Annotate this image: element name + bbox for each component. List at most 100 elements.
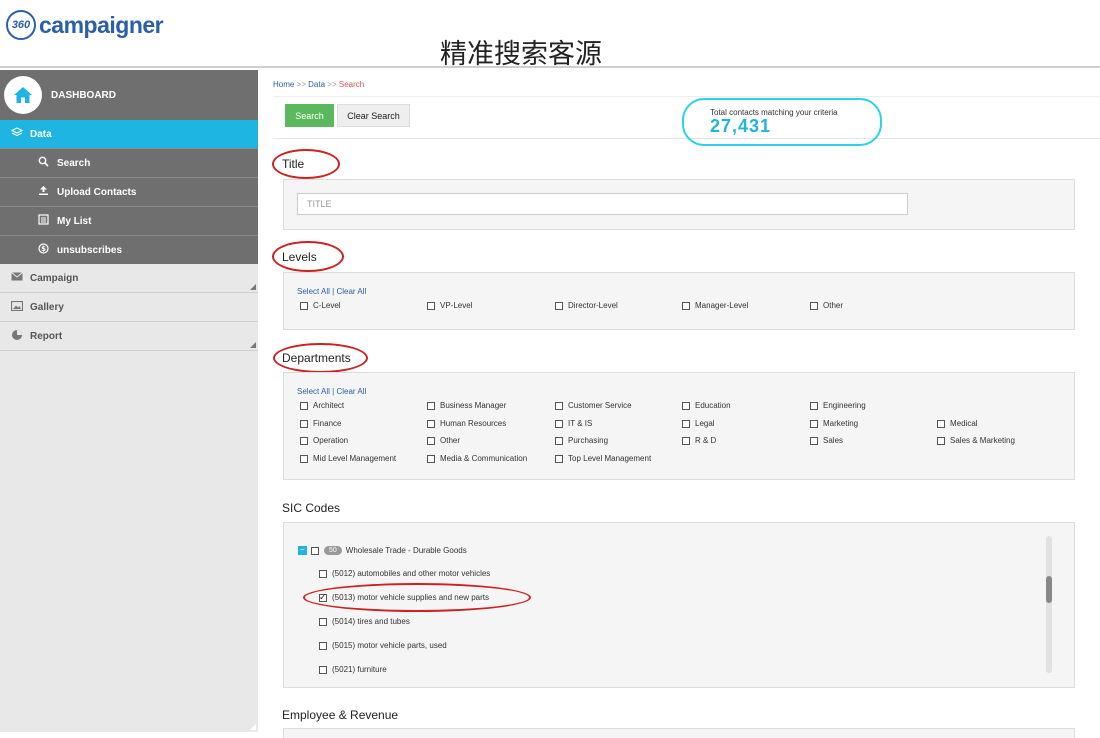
department-checkbox[interactable]: Top Level Management bbox=[555, 454, 651, 463]
department-checkbox[interactable]: Legal bbox=[682, 419, 715, 428]
checkbox[interactable] bbox=[682, 436, 690, 445]
sidebar: DASHBOARD Data Search Upload Contacts My… bbox=[0, 70, 258, 732]
checkbox[interactable] bbox=[300, 301, 308, 310]
level-checkbox[interactable]: Other bbox=[810, 301, 843, 310]
sidebar-item-label: Data bbox=[30, 128, 52, 140]
checkbox[interactable] bbox=[427, 301, 435, 310]
select-all-link[interactable]: Select All bbox=[297, 287, 330, 296]
scrollbar[interactable] bbox=[1046, 536, 1052, 673]
checkbox-label: VP-Level bbox=[440, 301, 473, 310]
checkbox-label: Top Level Management bbox=[568, 454, 652, 463]
checkbox[interactable] bbox=[427, 419, 435, 428]
level-checkbox[interactable]: Director-Level bbox=[555, 301, 618, 310]
sic-item-label: (5021) furniture bbox=[332, 665, 387, 674]
sidebar-item-unsubscribes[interactable]: $ unsubscribes bbox=[0, 235, 258, 264]
sic-item[interactable]: (5015) motor vehicle parts, used bbox=[319, 641, 447, 650]
checkbox[interactable] bbox=[555, 419, 563, 428]
department-checkbox[interactable]: Finance bbox=[300, 419, 341, 428]
sic-item[interactable]: (5021) furniture bbox=[319, 665, 387, 674]
sidebar-item-my-list[interactable]: My List bbox=[0, 206, 258, 235]
department-checkbox[interactable]: Medical bbox=[937, 419, 978, 428]
department-checkbox[interactable]: Business Manager bbox=[427, 401, 506, 410]
department-checkbox[interactable]: Mid Level Management bbox=[300, 454, 396, 463]
sidebar-item-search[interactable]: Search bbox=[0, 148, 258, 177]
checkbox[interactable] bbox=[300, 401, 308, 410]
checkbox[interactable] bbox=[682, 301, 690, 310]
checkbox[interactable] bbox=[300, 454, 308, 463]
departments-select-links: Select All | Clear All bbox=[297, 387, 366, 396]
department-checkbox[interactable]: Purchasing bbox=[555, 436, 608, 445]
checkbox[interactable] bbox=[555, 454, 563, 463]
department-checkbox[interactable]: Marketing bbox=[810, 419, 858, 428]
department-checkbox[interactable]: Other bbox=[427, 436, 460, 445]
checkbox-label: Architect bbox=[313, 401, 345, 410]
checkbox[interactable] bbox=[810, 301, 818, 310]
search-button[interactable]: Search bbox=[285, 104, 334, 127]
scrollbar-thumb[interactable] bbox=[1046, 576, 1052, 603]
link-divider: | bbox=[332, 387, 335, 396]
levels-select-links: Select All | Clear All bbox=[297, 287, 366, 296]
department-checkbox[interactable]: IT & IS bbox=[555, 419, 592, 428]
checkbox[interactable] bbox=[682, 419, 690, 428]
checkbox[interactable] bbox=[937, 436, 945, 445]
checkbox[interactable] bbox=[810, 419, 818, 428]
checkbox[interactable] bbox=[555, 301, 563, 310]
title-input[interactable]: TITLE bbox=[297, 193, 908, 215]
checkbox[interactable] bbox=[319, 569, 327, 578]
sic-item[interactable]: (5012) automobiles and other motor vehic… bbox=[319, 569, 490, 578]
collapse-icon[interactable]: − bbox=[298, 546, 307, 555]
sidebar-item-label: My List bbox=[57, 215, 92, 227]
checkbox-label: Human Resources bbox=[440, 419, 507, 428]
department-checkbox[interactable]: Sales bbox=[810, 436, 843, 445]
sidebar-item-upload-contacts[interactable]: Upload Contacts bbox=[0, 177, 258, 206]
checkbox[interactable] bbox=[810, 401, 818, 410]
breadcrumb-home[interactable]: Home bbox=[273, 80, 294, 89]
checkbox[interactable] bbox=[555, 401, 563, 410]
department-checkbox[interactable]: Sales & Marketing bbox=[937, 436, 1015, 445]
checkbox[interactable] bbox=[427, 454, 435, 463]
sidebar-item-data[interactable]: Data bbox=[0, 120, 258, 730]
clear-search-button[interactable]: Clear Search bbox=[337, 104, 410, 127]
level-checkbox[interactable]: VP-Level bbox=[427, 301, 472, 310]
checkbox[interactable] bbox=[319, 641, 327, 650]
sidebar-item-campaign[interactable]: Campaign bbox=[0, 264, 258, 293]
clear-all-link[interactable]: Clear All bbox=[336, 287, 366, 296]
logo[interactable]: 360 campaigner bbox=[6, 10, 164, 40]
checkbox[interactable] bbox=[300, 419, 308, 428]
sidebar-item-dashboard[interactable]: DASHBOARD bbox=[0, 70, 258, 120]
logo-text: campaigner bbox=[39, 11, 164, 38]
checkbox[interactable] bbox=[319, 617, 327, 626]
breadcrumb-data[interactable]: Data bbox=[308, 80, 325, 89]
checkbox[interactable] bbox=[937, 419, 945, 428]
department-checkbox[interactable]: Operation bbox=[300, 436, 348, 445]
department-checkbox[interactable]: R & D bbox=[682, 436, 716, 445]
corner-indicator bbox=[250, 284, 256, 290]
breadcrumb-current: Search bbox=[338, 80, 365, 89]
checkbox-label: IT & IS bbox=[568, 419, 593, 428]
department-checkbox[interactable]: Engineering bbox=[810, 401, 866, 410]
checkbox[interactable] bbox=[300, 436, 308, 445]
upload-icon bbox=[37, 185, 50, 199]
department-checkbox[interactable]: Human Resources bbox=[427, 419, 506, 428]
select-all-link[interactable]: Select All bbox=[297, 387, 330, 396]
department-checkbox[interactable]: Customer Service bbox=[555, 401, 632, 410]
checkbox-label: C-Level bbox=[313, 301, 341, 310]
checkbox[interactable] bbox=[555, 436, 563, 445]
sic-group-row[interactable]: − 50 Wholesale Trade - Durable Goods bbox=[298, 546, 467, 555]
checkbox-label: Director-Level bbox=[568, 301, 618, 310]
sidebar-item-report[interactable]: Report bbox=[0, 322, 258, 351]
level-checkbox[interactable]: C-Level bbox=[300, 301, 341, 310]
level-checkbox[interactable]: Manager-Level bbox=[682, 301, 748, 310]
checkbox[interactable] bbox=[427, 436, 435, 445]
checkbox[interactable] bbox=[810, 436, 818, 445]
clear-all-link[interactable]: Clear All bbox=[336, 387, 366, 396]
sic-item[interactable]: (5014) tires and tubes bbox=[319, 617, 410, 626]
department-checkbox[interactable]: Education bbox=[682, 401, 731, 410]
department-checkbox[interactable]: Architect bbox=[300, 401, 344, 410]
checkbox[interactable] bbox=[682, 401, 690, 410]
checkbox[interactable] bbox=[311, 546, 319, 555]
sidebar-item-gallery[interactable]: Gallery bbox=[0, 293, 258, 322]
checkbox[interactable] bbox=[319, 665, 327, 674]
department-checkbox[interactable]: Media & Communication bbox=[427, 454, 527, 463]
checkbox[interactable] bbox=[427, 401, 435, 410]
